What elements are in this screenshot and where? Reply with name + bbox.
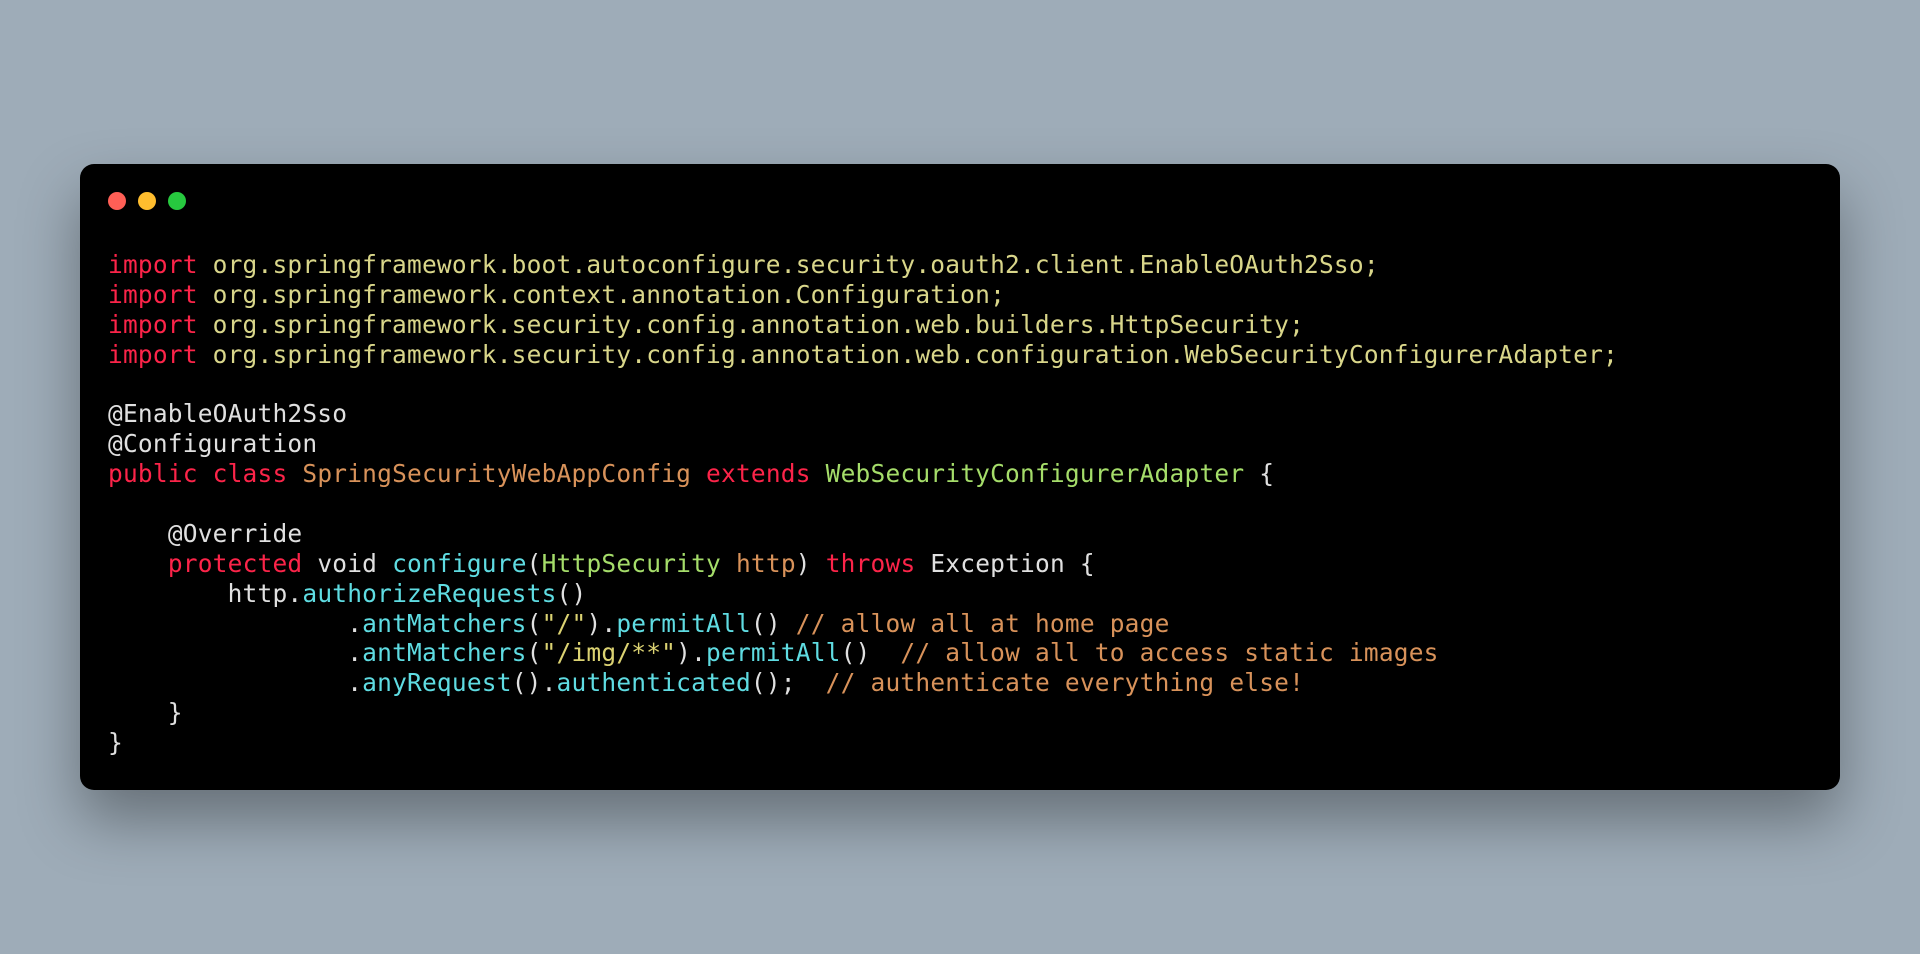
import-path: org.springframework.security.config.anno… [198, 340, 1618, 369]
dot: . [287, 579, 302, 608]
method-call: permitAll [616, 609, 751, 638]
indent [108, 668, 347, 697]
parent-class: WebSecurityConfigurerAdapter [826, 459, 1245, 488]
dot: . [691, 638, 706, 667]
indent [108, 638, 347, 667]
keyword-extends: extends [706, 459, 811, 488]
keyword-import: import [108, 250, 198, 279]
code-window: import org.springframework.boot.autoconf… [80, 164, 1840, 790]
brace: { [1244, 459, 1274, 488]
keyword-public: public [108, 459, 198, 488]
param-name: http [721, 549, 796, 578]
paren: ) [586, 609, 601, 638]
method-call: anyRequest [362, 668, 512, 697]
method-call: authorizeRequests [302, 579, 556, 608]
import-path: org.springframework.boot.autoconfigure.s… [198, 250, 1379, 279]
dot: . [347, 638, 362, 667]
variable: http [228, 579, 288, 608]
method-call: permitAll [706, 638, 841, 667]
annotation: @EnableOAuth2Sso [108, 399, 347, 428]
brace-close: } [108, 698, 183, 727]
maximize-icon[interactable] [168, 192, 186, 210]
paren: ( [527, 638, 542, 667]
indent [108, 519, 168, 548]
indent [108, 549, 168, 578]
import-path: org.springframework.security.config.anno… [198, 310, 1304, 339]
comment: // allow all at home page [796, 609, 1170, 638]
window-controls [108, 192, 1812, 210]
indent [108, 609, 347, 638]
paren: ( [527, 549, 542, 578]
dot: . [542, 668, 557, 697]
class-name: SpringSecurityWebAppConfig [302, 459, 691, 488]
indent [108, 579, 228, 608]
parens: () [512, 668, 542, 697]
paren: ( [527, 609, 542, 638]
string-literal: "/" [542, 609, 587, 638]
param-type: HttpSecurity [542, 549, 721, 578]
keyword-throws: throws [826, 549, 916, 578]
keyword-import: import [108, 310, 198, 339]
minimize-icon[interactable] [138, 192, 156, 210]
dot: . [347, 609, 362, 638]
method-call: antMatchers [362, 638, 526, 667]
import-path: org.springframework.context.annotation.C… [198, 280, 1005, 309]
keyword-class: class [213, 459, 288, 488]
keyword-void: void [317, 549, 377, 578]
method-call: antMatchers [362, 609, 526, 638]
paren: ) [796, 549, 811, 578]
brace: { [1065, 549, 1095, 578]
dot: . [347, 668, 362, 697]
keyword-import: import [108, 280, 198, 309]
keyword-import: import [108, 340, 198, 369]
string-literal: "/img/**" [542, 638, 677, 667]
parens: () [751, 609, 796, 638]
paren: ) [676, 638, 691, 667]
keyword-protected: protected [168, 549, 303, 578]
exception-type: Exception [930, 549, 1065, 578]
brace-close: } [108, 728, 123, 757]
parens: () [557, 579, 587, 608]
code-content[interactable]: import org.springframework.boot.autoconf… [108, 250, 1812, 758]
annotation-override: @Override [168, 519, 303, 548]
close-icon[interactable] [108, 192, 126, 210]
comment: // allow all to access static images [900, 638, 1438, 667]
annotation: @Configuration [108, 429, 317, 458]
parens: () [841, 638, 901, 667]
parens: (); [751, 668, 826, 697]
method-call: authenticated [557, 668, 751, 697]
comment: // authenticate everything else! [826, 668, 1304, 697]
dot: . [601, 609, 616, 638]
method-name: configure [392, 549, 527, 578]
